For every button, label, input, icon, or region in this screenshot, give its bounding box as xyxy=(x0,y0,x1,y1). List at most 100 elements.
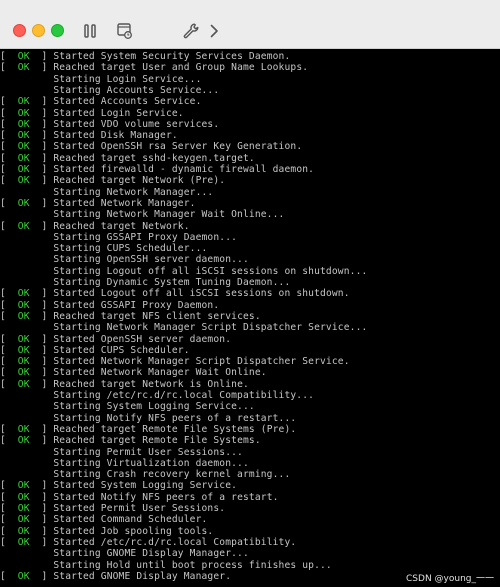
status-prefix: [ OK ] xyxy=(0,344,54,356)
console-line: [ OK ] Started OpenSSH server daemon. xyxy=(0,334,231,345)
status-prefix xyxy=(0,266,53,277)
ok-status-label: OK xyxy=(17,220,30,232)
ok-status-label: OK xyxy=(17,164,30,175)
ok-status-label: OK xyxy=(17,480,30,492)
status-prefix xyxy=(0,458,53,469)
console-line-text: Starting GSSAPI Proxy Daemon... xyxy=(53,231,238,243)
console-line-text: Started Network Manager. xyxy=(53,197,196,209)
snapshot-icon[interactable] xyxy=(115,21,135,41)
console-line-text: Starting OpenSSH server daemon... xyxy=(53,254,249,266)
console-line-text: Started Permit User Sessions. xyxy=(53,503,226,514)
console-line-text: Started Network Manager Script Dispatche… xyxy=(53,356,350,368)
status-prefix: [ OK ] xyxy=(0,536,54,548)
console-line-text: Started Accounts Service. xyxy=(53,96,202,108)
status-prefix: [ OK ] xyxy=(0,514,54,526)
ok-status-label: OK xyxy=(17,299,30,311)
console-line-text: Reached target Remote File Systems (Pre)… xyxy=(53,423,297,435)
console-line: [ OK ] Reached target Network is Online. xyxy=(0,379,249,390)
console-line: Starting Accounts Service... xyxy=(0,85,219,96)
ok-status-label: OK xyxy=(17,435,30,447)
console-line-text: Started Command Scheduler. xyxy=(53,514,208,526)
status-prefix: [ OK ] xyxy=(0,288,54,300)
console-line-text: Started Network Manager Wait Online. xyxy=(53,367,267,379)
ok-status-label: OK xyxy=(17,536,30,548)
ok-status-label: OK xyxy=(17,141,30,153)
console-line: [ OK ] Reached target sshd-keygen.target… xyxy=(0,153,255,164)
status-prefix: [ OK ] xyxy=(0,525,54,537)
status-prefix: [ OK ] xyxy=(0,310,54,322)
minimize-window-button[interactable] xyxy=(32,24,45,37)
ok-status-label: OK xyxy=(17,96,30,108)
status-prefix xyxy=(0,232,53,243)
console-line: Starting Network Manager Script Dispatch… xyxy=(0,322,367,333)
status-prefix: [ OK ] xyxy=(0,367,54,379)
console-line: Starting /etc/rc.d/rc.local Compatibilit… xyxy=(0,390,314,401)
console-line: [ OK ] Started Network Manager Script Di… xyxy=(0,356,350,367)
console-line-text: Started System Security Services Daemon. xyxy=(53,51,291,62)
forward-chevron-icon[interactable] xyxy=(204,21,224,41)
console-line-text: Reached target Network. xyxy=(53,220,190,232)
status-prefix: [ OK ] xyxy=(0,96,54,108)
console-line: Starting Dynamic System Tuning Daemon... xyxy=(0,277,290,288)
status-prefix xyxy=(0,243,53,254)
console-line: [ OK ] Reached target Network (Pre). xyxy=(0,175,225,186)
console-line-text: Starting Permit User Sessions... xyxy=(53,446,243,458)
status-prefix: [ OK ] xyxy=(0,62,54,74)
console-line-text: Started OpenSSH rsa Server Key Generatio… xyxy=(53,141,303,153)
console-line: [ OK ] Started Disk Manager. xyxy=(0,130,178,141)
console-line-text: Started CUPS Scheduler. xyxy=(53,344,190,356)
status-prefix: [ OK ] xyxy=(0,197,54,209)
status-prefix: [ OK ] xyxy=(0,141,54,153)
status-prefix xyxy=(0,277,53,288)
console-line: Starting System Logging Service... xyxy=(0,401,255,412)
console-line-text: Starting Login Service... xyxy=(53,73,202,85)
status-prefix: [ OK ] xyxy=(0,175,54,187)
ok-status-label: OK xyxy=(17,514,30,526)
status-prefix: [ OK ] xyxy=(0,152,54,164)
console-line-text: Starting Network Manager Script Dispatch… xyxy=(53,322,368,334)
ok-status-label: OK xyxy=(17,356,30,368)
console-line: [ OK ] Started Logout off all iSCSI sess… xyxy=(0,288,350,299)
ok-status-label: OK xyxy=(17,288,30,300)
console-line-text: Reached target sshd-keygen.target. xyxy=(53,152,255,164)
status-prefix xyxy=(0,447,53,458)
console-line-text: Reached target Remote File Systems. xyxy=(53,435,261,447)
status-prefix xyxy=(0,401,53,412)
console-line-text: Started OpenSSH server daemon. xyxy=(53,333,232,345)
ok-status-label: OK xyxy=(17,130,30,142)
status-prefix xyxy=(0,209,53,220)
console-line-text: Starting Virtualization daemon... xyxy=(53,457,249,469)
console-line: Starting CUPS Scheduler... xyxy=(0,243,207,254)
console-line: Starting GNOME Display Manager... xyxy=(0,548,249,559)
console-line: [ OK ] Started GNOME Display Manager. xyxy=(0,571,231,582)
zoom-window-button[interactable] xyxy=(51,24,64,37)
console-line: [ OK ] Reached target Network. xyxy=(0,221,190,232)
console-line: [ OK ] Reached target Remote File System… xyxy=(0,424,296,435)
ok-status-label: OK xyxy=(17,197,30,209)
settings-wrench-icon[interactable] xyxy=(181,21,201,41)
console-line: Starting Logout off all iSCSI sessions o… xyxy=(0,266,367,277)
console-line-text: Reached target Network (Pre). xyxy=(53,175,226,187)
pause-icon[interactable] xyxy=(80,21,100,41)
watermark-text: CSDN @young_一一 xyxy=(406,574,494,584)
vm-console-window: [ OK ] Started System Security Services … xyxy=(0,0,500,587)
close-window-button[interactable] xyxy=(13,24,26,37)
console-line-text: Started Notify NFS peers of a restart. xyxy=(53,491,279,503)
console-line-text: Started firewalld - dynamic firewall dae… xyxy=(53,164,315,175)
console-line: [ OK ] Started Job spooling tools. xyxy=(0,526,213,537)
ok-status-label: OK xyxy=(17,491,30,503)
status-prefix xyxy=(0,85,53,96)
console-line: [ OK ] Started Login Service. xyxy=(0,108,184,119)
ok-status-label: OK xyxy=(17,570,30,582)
ok-status-label: OK xyxy=(17,175,30,187)
console-line: [ OK ] Reached target NFS client service… xyxy=(0,311,261,322)
status-prefix: [ OK ] xyxy=(0,107,54,119)
status-prefix xyxy=(0,548,53,559)
status-prefix xyxy=(0,413,53,424)
console-line-text: Started /etc/rc.d/rc.local Compatibility… xyxy=(53,536,297,548)
status-prefix: [ OK ] xyxy=(0,435,54,447)
ok-status-label: OK xyxy=(17,344,30,356)
console-line: [ OK ] Reached target Remote File System… xyxy=(0,435,261,446)
console-line-text: Started Logout off all iSCSI sessions on… xyxy=(53,288,350,300)
ok-status-label: OK xyxy=(17,152,30,164)
